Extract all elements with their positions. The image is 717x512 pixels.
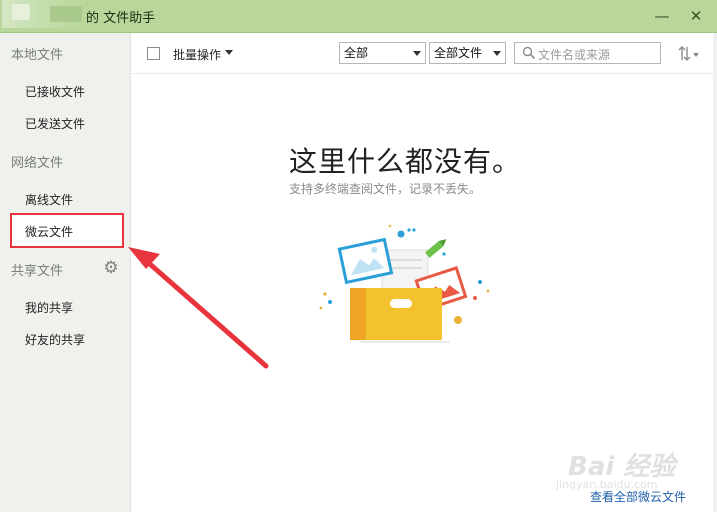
minimize-button[interactable]: —: [650, 5, 674, 27]
sidebar: 本地文件 已接收文件 已发送文件 网络文件 离线文件 微云文件 共享文件 ⚙ 我…: [0, 33, 131, 512]
filter-select-type[interactable]: 全部文件: [429, 42, 506, 64]
filter-scope-value: 全部: [344, 46, 369, 60]
search-placeholder: 文件名或来源: [538, 48, 611, 62]
chevron-down-icon[interactable]: [225, 50, 233, 55]
title-bar: 的 文件助手 — ✕: [0, 0, 717, 33]
sidebar-item-friends-share[interactable]: 好友的共享: [25, 331, 85, 348]
scrollbar-edge: [713, 33, 717, 512]
section-title-local: 本地文件: [11, 48, 64, 63]
sidebar-item-received[interactable]: 已接收文件: [25, 83, 85, 100]
batch-operation-button[interactable]: 批量操作: [173, 46, 221, 63]
chevron-down-icon: [413, 51, 421, 56]
sort-icon[interactable]: [676, 43, 702, 65]
gear-icon[interactable]: ⚙: [102, 259, 120, 277]
search-input[interactable]: 文件名或来源: [514, 42, 661, 64]
filter-select-scope[interactable]: 全部: [339, 42, 426, 64]
empty-state-title: 这里什么都没有。: [289, 145, 522, 178]
sidebar-item-offline[interactable]: 离线文件: [25, 191, 73, 208]
filter-type-value: 全部文件: [434, 46, 483, 60]
sidebar-item-weiyun[interactable]: 微云文件: [25, 223, 73, 240]
sidebar-item-sent[interactable]: 已发送文件: [25, 115, 85, 132]
sidebar-item-my-share[interactable]: 我的共享: [25, 299, 73, 316]
empty-folder-illustration: [319, 224, 490, 343]
chevron-down-icon: [493, 51, 501, 56]
app-logo-blurred: [2, 0, 86, 28]
section-title-network: 网络文件: [11, 156, 64, 171]
search-icon: [522, 46, 536, 60]
empty-state-subtitle: 支持多终端查阅文件，记录不丢失。: [289, 182, 482, 196]
select-all-checkbox[interactable]: [147, 47, 160, 60]
section-title-shared: 共享文件: [11, 264, 64, 279]
view-all-weiyun-link[interactable]: 查看全部微云文件: [590, 488, 686, 505]
toolbar: 批量操作 全部 全部文件 文件名或来源: [131, 33, 717, 74]
close-button[interactable]: ✕: [684, 5, 708, 27]
window-title: 的 文件助手: [86, 11, 156, 26]
